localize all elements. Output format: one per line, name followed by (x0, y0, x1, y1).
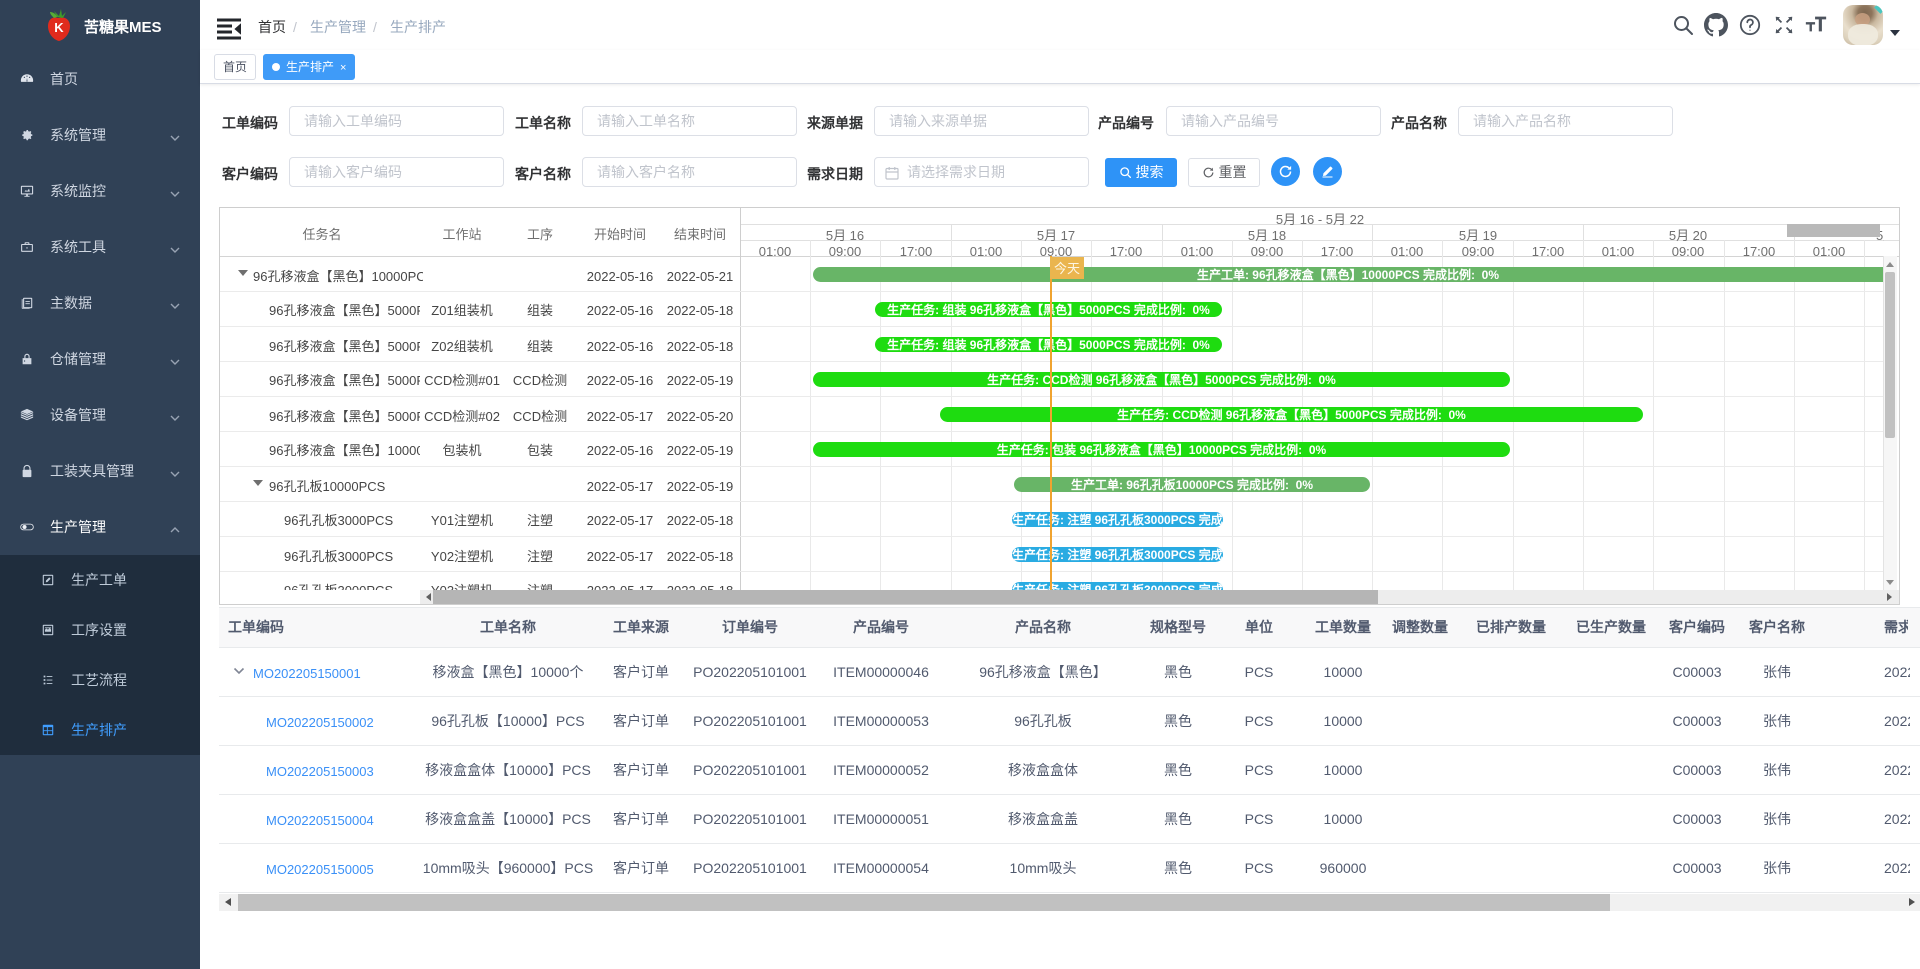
svg-text:K: K (54, 20, 64, 35)
